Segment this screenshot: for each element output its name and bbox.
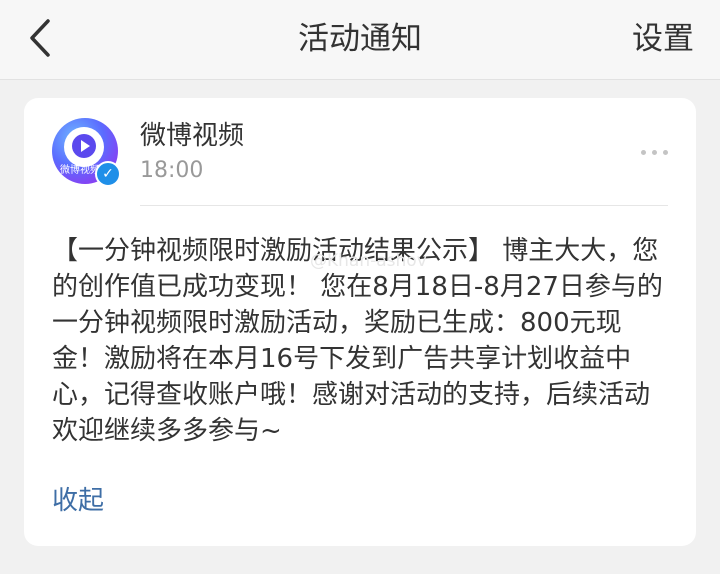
- avatar[interactable]: 微博视频 ✓: [52, 118, 121, 187]
- avatar-label: 微博视频: [60, 165, 100, 176]
- sender-name[interactable]: 微博视频: [140, 118, 244, 154]
- collapse-link[interactable]: 收起: [52, 483, 104, 519]
- chevron-left-icon: [30, 19, 50, 57]
- more-horizontal-icon: [641, 150, 646, 155]
- notification-card: 微博视频 ✓ 微博视频 18:00 【一分钟视频限时激励活动结果公示】 博主大大…: [24, 98, 696, 546]
- post-time: 18:00: [140, 158, 204, 183]
- settings-button[interactable]: 设置: [632, 18, 694, 60]
- top-navigation-bar: 活动通知 设置: [0, 0, 720, 80]
- verified-check-icon: ✓: [95, 161, 121, 187]
- play-icon: [72, 134, 96, 158]
- notification-message: 【一分钟视频限时激励活动结果公示】 博主大大，您的创作值已成功变现！ 您在8月1…: [52, 236, 663, 446]
- more-options-button[interactable]: [640, 140, 670, 164]
- back-button[interactable]: [16, 12, 72, 68]
- page-title: 活动通知: [298, 21, 422, 57]
- divider: [140, 205, 668, 206]
